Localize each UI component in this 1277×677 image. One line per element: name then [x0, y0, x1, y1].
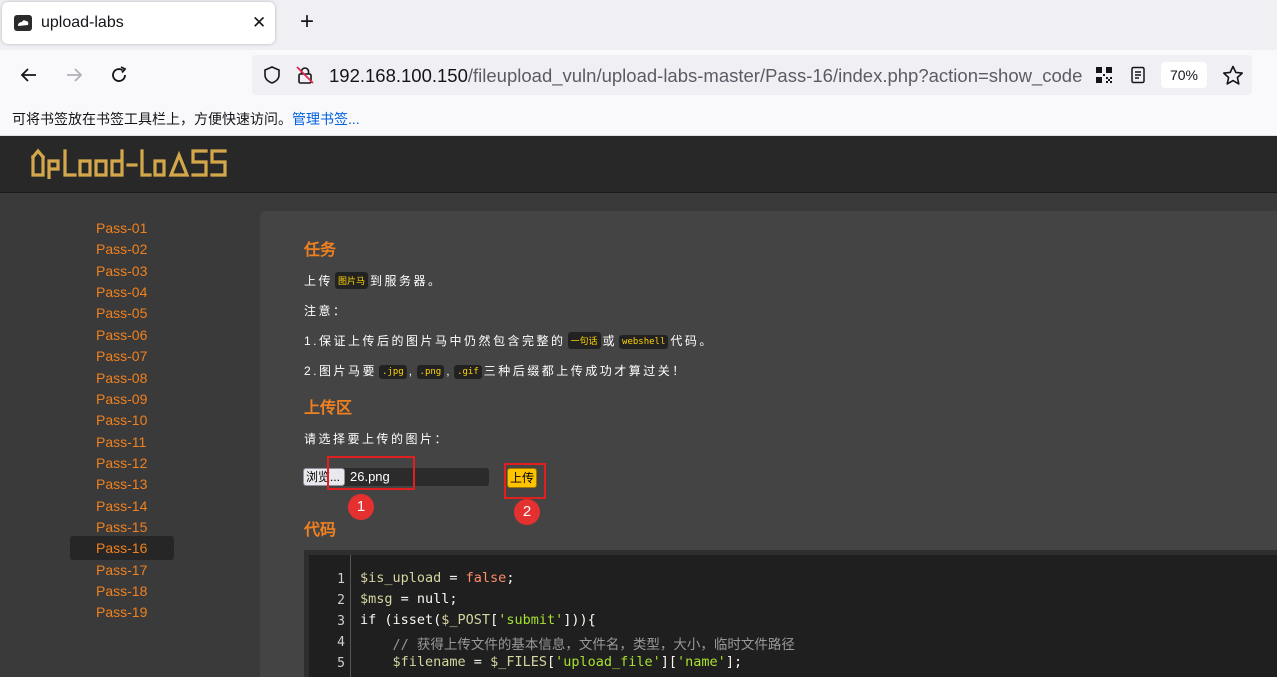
browser-tab[interactable]: upload-labs ✕	[2, 2, 275, 44]
one-liner-chip: 一句话	[567, 332, 601, 349]
code-token: $_POST	[441, 612, 491, 628]
sidebar-item-pass-07[interactable]: Pass-07	[70, 344, 174, 368]
code-token: $is_upload	[360, 570, 442, 586]
task-line-4-start: 2.图片马要	[304, 364, 378, 378]
code-line-2: $msg = null;	[360, 591, 458, 607]
task-line-3-start: 1.保证上传后的图片马中仍然包含完整的	[304, 334, 566, 348]
code-token: null	[416, 591, 450, 607]
png-chip: .png	[416, 365, 445, 379]
sidebar-item-pass-13[interactable]: Pass-13	[70, 472, 174, 496]
upload-labs-logo[interactable]	[30, 147, 230, 184]
task-line-1: 上传 图片马 到服务器。	[304, 272, 443, 289]
comma-1: ,	[408, 364, 415, 378]
code-token: ;	[449, 591, 458, 607]
annotation-marker-2: 2	[514, 499, 540, 525]
code-token: $filename	[392, 654, 466, 670]
image-horse-chip: 图片马	[335, 272, 369, 289]
code-token: 'upload_file'	[555, 654, 661, 670]
code-token: $msg	[360, 591, 393, 607]
task-note: 注意：	[304, 304, 348, 318]
comma-2: ,	[446, 364, 453, 378]
manage-bookmarks-link[interactable]: 管理书签...	[292, 111, 360, 127]
code-title: 代码	[304, 522, 337, 539]
url-bar[interactable]: 192.168.100.150/fileupload_vuln/upload-l…	[252, 55, 1252, 95]
line-number: 1	[337, 572, 345, 587]
code-token: false	[465, 570, 507, 586]
url-text[interactable]: 192.168.100.150/fileupload_vuln/upload-l…	[329, 65, 1082, 87]
code-line-3: if (isset($_POST['submit'])){	[360, 612, 596, 628]
code-line-4: // 获得上传文件的基本信息，文件名，类型，大小，临时文件路径	[360, 637, 795, 653]
task-line-1-start: 上传	[304, 274, 334, 288]
code-token: if	[360, 612, 377, 628]
zoom-level-badge[interactable]: 70%	[1161, 62, 1207, 88]
code-token: [	[546, 654, 556, 670]
reader-view-icon[interactable]	[1128, 65, 1148, 90]
code-token: 'submit'	[498, 612, 564, 628]
close-tab-icon[interactable]: ✕	[252, 13, 266, 33]
code-token: ];	[725, 654, 743, 670]
bookmark-hint-text: 可将书签放在书签工具栏上，方便快速访问。	[12, 111, 292, 127]
task-line-3: 1.保证上传后的图片马中仍然包含完整的 一句话或 webshell 代码。	[304, 332, 714, 349]
qr-code-icon[interactable]	[1094, 65, 1114, 90]
bookmark-hint: 可将书签放在书签工具栏上，方便快速访问。管理书签...	[12, 109, 360, 129]
line-number: 2	[337, 593, 345, 608]
browser-tab-bar: upload-labs ✕ +	[0, 0, 1277, 50]
shield-icon[interactable]	[262, 65, 282, 90]
annotation-box-1	[327, 456, 415, 490]
sidebar-item-pass-02[interactable]: Pass-02	[70, 237, 174, 261]
annotation-marker-1: 1	[348, 494, 374, 520]
page-body: Pass-01 Pass-02 Pass-03 Pass-04 Pass-05 …	[0, 136, 1277, 677]
url-host: 192.168.100.150	[329, 65, 468, 86]
annotation-box-2	[504, 463, 546, 499]
line-number-gutter: 1 2 3 4 5	[309, 555, 351, 677]
browser-nav-bar: 192.168.100.150/fileupload_vuln/upload-l…	[0, 50, 1277, 100]
forward-arrow-icon[interactable]	[62, 63, 86, 87]
reload-icon[interactable]	[107, 63, 131, 87]
code-token: =	[441, 570, 466, 586]
sidebar-item-pass-10[interactable]: Pass-10	[70, 408, 174, 432]
code-token: 'name'	[677, 654, 726, 670]
site-header	[0, 136, 1277, 193]
line-number: 4	[337, 635, 345, 650]
source-code-block: 1 2 3 4 5 $is_upload = false; $msg = nul…	[304, 550, 1277, 677]
code-token: ])){	[563, 612, 596, 628]
cloud-upload-favicon-icon	[14, 15, 32, 31]
sidebar-item-pass-05[interactable]: Pass-05	[70, 301, 174, 325]
task-line-3-or: 或	[602, 334, 618, 348]
new-tab-icon[interactable]: +	[296, 10, 318, 34]
task-line-3-end: 代码。	[670, 334, 714, 348]
bookmark-star-icon[interactable]	[1222, 65, 1244, 91]
code-token: ;	[506, 570, 515, 586]
code-token: =	[392, 591, 417, 607]
upload-prompt: 请选择要上传的图片：	[304, 432, 450, 446]
sidebar-item-pass-16[interactable]: Pass-16	[70, 536, 174, 560]
back-arrow-icon[interactable]	[17, 63, 41, 87]
task-line-4: 2.图片马要 .jpg, .png, .gif 三种后缀都上传成功才算过关！	[304, 362, 687, 379]
insecure-lock-icon[interactable]	[295, 65, 315, 90]
code-line-1: $is_upload = false;	[360, 570, 514, 586]
code-token: ][	[660, 654, 678, 670]
code-line-5: $filename = $_FILES['upload_file']['name…	[360, 654, 743, 670]
task-title: 任务	[304, 242, 337, 259]
main-content: 任务 上传 图片马 到服务器。 注意： 1.保证上传后的图片马中仍然包含完整的 一句话…	[260, 211, 1277, 677]
task-line-4-end: 三种后缀都上传成功才算过关！	[483, 364, 687, 378]
task-line-1-end: 到服务器。	[370, 274, 443, 288]
webshell-chip: webshell	[619, 335, 669, 349]
upload-area-title: 上传区	[304, 400, 353, 417]
sidebar-item-pass-19[interactable]: Pass-19	[70, 600, 174, 624]
code-token: (isset(	[376, 612, 442, 628]
bookmark-toolbar: 可将书签放在书签工具栏上，方便快速访问。管理书签...	[0, 100, 1277, 136]
line-number: 3	[337, 614, 345, 629]
code-token: [	[490, 612, 499, 628]
code-token: $_FILES	[490, 654, 547, 670]
tab-title: upload-labs	[41, 14, 124, 31]
gif-chip: .gif	[454, 365, 482, 379]
url-path: /fileupload_vuln/upload-labs-master/Pass…	[467, 65, 1082, 86]
code-token: =	[465, 654, 491, 670]
jpg-chip: .jpg	[379, 365, 407, 379]
line-number: 5	[337, 656, 345, 671]
